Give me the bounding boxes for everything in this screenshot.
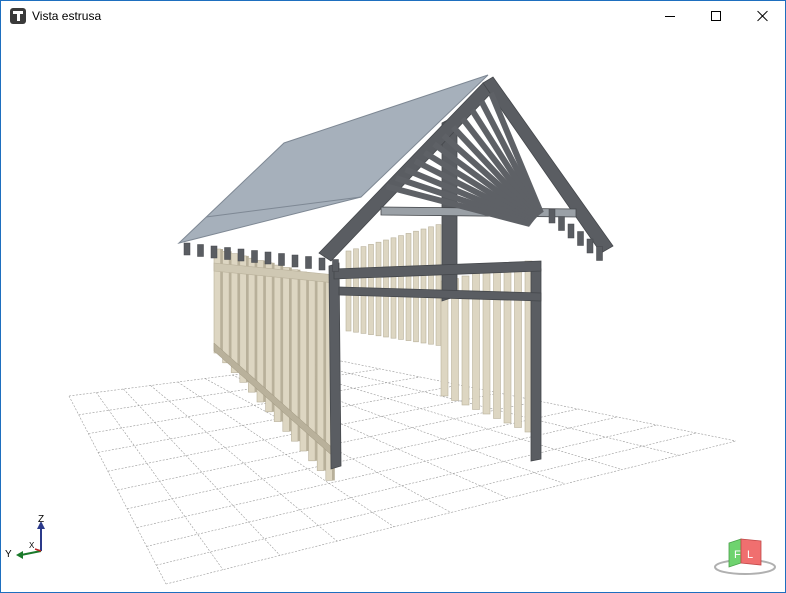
close-icon xyxy=(756,10,768,22)
eave-joist xyxy=(264,251,272,265)
x-axis-label: X xyxy=(29,541,35,550)
back-wall-stud xyxy=(420,228,427,344)
eave-joist xyxy=(291,254,299,268)
eave-joist xyxy=(305,256,312,269)
close-button[interactable] xyxy=(739,1,785,31)
eave-joist xyxy=(237,248,245,262)
y-axis-line xyxy=(20,550,42,556)
grid-line xyxy=(136,416,618,528)
eave-joist xyxy=(278,253,285,266)
eave-joist xyxy=(251,250,258,263)
y-axis-label: Y xyxy=(5,549,12,560)
eave-joist xyxy=(596,246,603,261)
z-axis-label: Z xyxy=(38,514,45,525)
minimize-button[interactable] xyxy=(647,1,693,31)
back-wall-stud xyxy=(390,237,397,339)
left-wall-stud xyxy=(256,260,264,403)
grid-line xyxy=(123,388,281,556)
eave-joist xyxy=(224,247,231,260)
axis-gizmo xyxy=(16,521,45,559)
back-wall-stud xyxy=(413,230,419,343)
right-rafter xyxy=(482,76,614,254)
eave-joist xyxy=(567,223,575,239)
view-cube[interactable]: F L xyxy=(714,538,776,575)
minimize-icon xyxy=(665,15,675,17)
maximize-button[interactable] xyxy=(693,1,739,31)
view-cube-front-label: F xyxy=(734,549,741,561)
eave-joist xyxy=(197,244,204,257)
back-wall-stud xyxy=(398,235,404,340)
maximize-icon xyxy=(711,11,721,21)
eave-joist xyxy=(183,242,191,256)
3d-scene[interactable]: F L xyxy=(1,31,785,592)
3d-viewport[interactable]: F L Z Y X xyxy=(1,31,785,592)
eave-joist xyxy=(210,245,218,259)
left-wall xyxy=(213,248,337,481)
eave-joist xyxy=(586,238,594,254)
right-wall-stud xyxy=(503,265,512,424)
y-axis-arrow-icon xyxy=(16,551,23,559)
back-wall-stud xyxy=(405,233,412,341)
ground-grid xyxy=(68,360,737,585)
left-wall-stud xyxy=(248,257,256,393)
eave-joist xyxy=(577,231,584,246)
eave-joist xyxy=(548,208,556,224)
app-window: Vista estrusa F L Z Y X xyxy=(0,0,786,593)
title-bar[interactable]: Vista estrusa xyxy=(1,1,785,31)
back-wall-stud xyxy=(428,226,434,345)
right-wall-stud xyxy=(493,268,501,419)
grid-line xyxy=(156,432,697,566)
back-wall-stud xyxy=(435,224,442,346)
view-cube-left-label: L xyxy=(747,549,753,561)
eave-joist xyxy=(332,259,339,272)
eave-joist xyxy=(318,257,326,271)
t-app-icon[interactable] xyxy=(10,8,26,24)
left-wall-stud xyxy=(239,255,247,383)
right-wall-stud xyxy=(514,263,522,428)
eave-joist xyxy=(558,216,565,231)
window-title: Vista estrusa xyxy=(32,9,102,23)
